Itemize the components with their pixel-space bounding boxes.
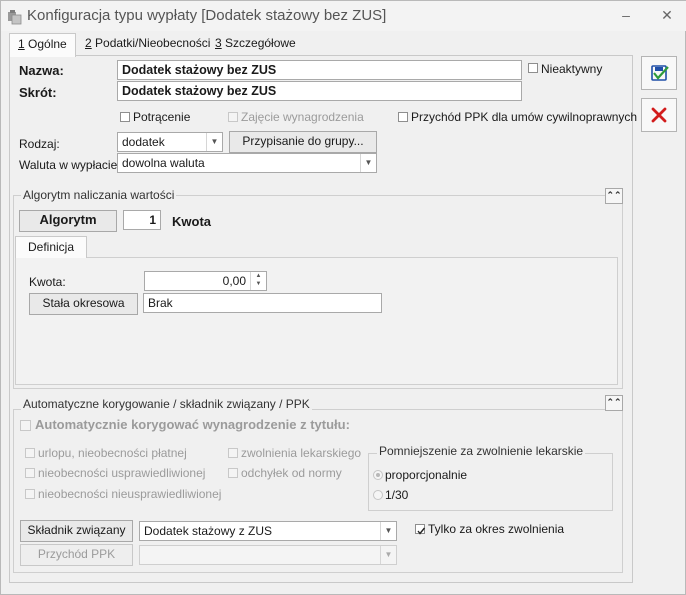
sick-reduction-group (368, 453, 613, 511)
only-period-label: Tylko za okres zwolnienia (428, 522, 565, 536)
algorithm-button[interactable]: Algorytm (19, 210, 117, 232)
inactive-label: Nieaktywny (541, 62, 603, 76)
justified-absence-label: nieobecności usprawiedliwionej (38, 466, 206, 480)
save-button[interactable] (641, 56, 677, 90)
auto-correct-label: Automatycznie korygować wynagrodzenie z … (35, 417, 350, 432)
short-name-label: Skrót: (19, 85, 57, 100)
proportional-label: proporcjonalnie (385, 468, 468, 482)
type-select[interactable]: dodatek ▼ (117, 132, 223, 152)
minimize-button[interactable]: – (611, 5, 641, 25)
seizure-checkbox[interactable] (228, 112, 238, 122)
constant-period-input[interactable]: Brak (143, 293, 382, 313)
one-thirtieth-radio[interactable] (373, 490, 383, 500)
tab-taxes-key: 2 (85, 36, 92, 50)
auto-correct-checkbox[interactable] (20, 420, 31, 431)
ppk-income-button[interactable]: Przychód PPK (20, 544, 133, 566)
deduction-label: Potrącenie (133, 110, 191, 124)
cancel-icon (651, 107, 667, 123)
close-window-button[interactable]: ✕ (652, 5, 682, 25)
window-title: Konfiguracja typu wypłaty [Dodatek stażo… (27, 7, 387, 24)
definition-panel (15, 257, 618, 385)
deviation-label: odchyłek od normy (241, 466, 342, 480)
dialog-window: Konfiguracja typu wypłaty [Dodatek stażo… (0, 0, 686, 595)
save-icon (651, 65, 669, 81)
sick-leave-label: zwolnienia lekarskiego (241, 446, 362, 460)
collapse-algorithm-icon[interactable]: ⌃⌃ (605, 188, 623, 204)
tab-details[interactable]: 3 Szczegółowe (207, 33, 304, 55)
inactive-checkbox[interactable] (528, 63, 538, 73)
app-icon (8, 10, 22, 25)
chevron-down-icon: ▼ (360, 154, 376, 172)
only-period-checkbox[interactable] (415, 524, 426, 535)
ppk-income-select[interactable]: ▼ (139, 545, 397, 565)
seizure-label: Zajęcie wynagrodzenia (241, 110, 364, 124)
constant-period-button[interactable]: Stała okresowa (29, 293, 138, 315)
unjustified-absence-checkbox[interactable] (25, 489, 35, 499)
assign-group-button[interactable]: Przypisanie do grupy... (229, 131, 377, 153)
cancel-button[interactable] (641, 98, 677, 132)
tab-definition[interactable]: Definicja (15, 236, 88, 258)
currency-label: Waluta w wypłacie: (19, 158, 121, 172)
type-label: Rodzaj: (19, 137, 60, 151)
ppk-civil-label: Przychód PPK dla umów cywilnoprawnych (411, 110, 638, 124)
related-component-value: Dodatek stażowy z ZUS (144, 524, 273, 538)
algorithm-name: Kwota (172, 214, 211, 229)
currency-value: dowolna waluta (122, 156, 205, 170)
ppk-civil-checkbox[interactable] (398, 112, 408, 122)
justified-absence-checkbox[interactable] (25, 468, 35, 478)
currency-select[interactable]: dowolna waluta ▼ (117, 153, 377, 173)
related-component-button[interactable]: Składnik związany (20, 520, 133, 542)
chevron-down-icon: ▼ (206, 133, 222, 151)
tab-general-label: Ogólne (24, 37, 67, 51)
paid-leave-checkbox[interactable] (25, 448, 35, 458)
sick-reduction-title: Pomniejszenie za zwolnienie lekarskie (377, 444, 586, 458)
type-value: dodatek (122, 135, 165, 149)
title-bar: Konfiguracja typu wypłaty [Dodatek stażo… (1, 1, 686, 31)
name-label: Nazwa: (19, 63, 64, 78)
amount-input[interactable]: 0,00 ▲ ▼ (144, 271, 267, 291)
deviation-checkbox[interactable] (228, 468, 238, 478)
amount-value: 0,00 (222, 274, 246, 288)
chevron-down-icon: ▼ (380, 522, 396, 540)
paid-leave-label: urlopu, nieobecności płatnej (38, 446, 187, 460)
proportional-radio[interactable] (373, 470, 383, 480)
related-component-select[interactable]: Dodatek stażowy z ZUS ▼ (139, 521, 397, 541)
tab-details-key: 3 (215, 36, 222, 50)
tab-general-key: 1 (18, 37, 25, 51)
checkmark-icon (417, 527, 426, 535)
amount-label: Kwota: (29, 275, 66, 289)
one-thirtieth-label: 1/30 (385, 488, 409, 502)
correction-section-title: Automatyczne korygowanie / składnik zwią… (21, 397, 312, 411)
spinner-icon[interactable]: ▲ ▼ (250, 272, 266, 290)
short-name-input[interactable]: Dodatek stażowy bez ZUS (117, 81, 522, 101)
tab-general[interactable]: 1 Ogólne (9, 33, 76, 57)
chevron-down-icon: ▼ (380, 546, 396, 564)
name-input[interactable]: Dodatek stażowy bez ZUS (117, 60, 522, 80)
algorithm-number-input[interactable]: 1 (123, 210, 161, 230)
tab-taxes-absences[interactable]: 2 Podatki/Nieobecności (77, 33, 218, 55)
tab-taxes-label: Podatki/Nieobecności (91, 36, 211, 50)
tab-details-label: Szczegółowe (221, 36, 296, 50)
algorithm-section-title: Algorytm naliczania wartości (21, 188, 177, 202)
unjustified-absence-label: nieobecności nieusprawiedliwionej (38, 487, 222, 501)
sick-leave-checkbox[interactable] (228, 448, 238, 458)
deduction-checkbox[interactable] (120, 112, 130, 122)
collapse-correction-icon[interactable]: ⌃⌃ (605, 395, 623, 411)
